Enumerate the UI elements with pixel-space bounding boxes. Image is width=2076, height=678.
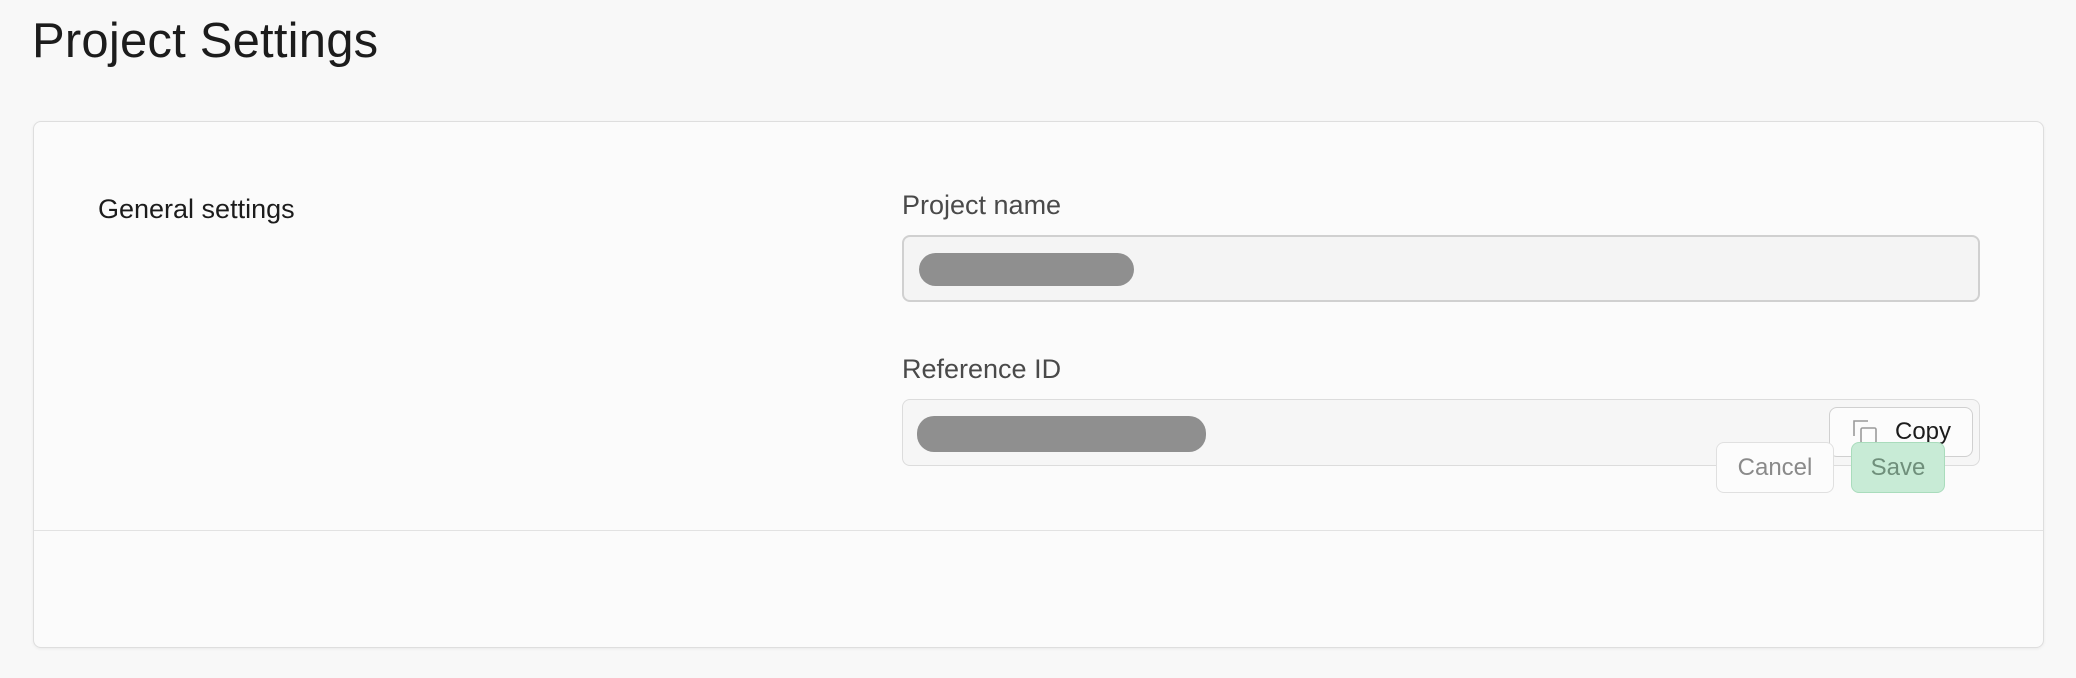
section-title: General settings [98, 194, 295, 224]
footer-divider [34, 530, 2043, 531]
redacted-reference-id [917, 416, 1206, 452]
page-title: Project Settings [32, 14, 379, 68]
save-button[interactable]: Save [1851, 442, 1945, 493]
project-name-label: Project name [902, 190, 1062, 220]
reference-id-label: Reference ID [902, 354, 1062, 384]
redacted-project-name [919, 253, 1134, 286]
cancel-button[interactable]: Cancel [1716, 442, 1834, 493]
settings-card: General settings Project name Reference … [33, 121, 2044, 648]
project-name-input[interactable] [902, 235, 1980, 302]
